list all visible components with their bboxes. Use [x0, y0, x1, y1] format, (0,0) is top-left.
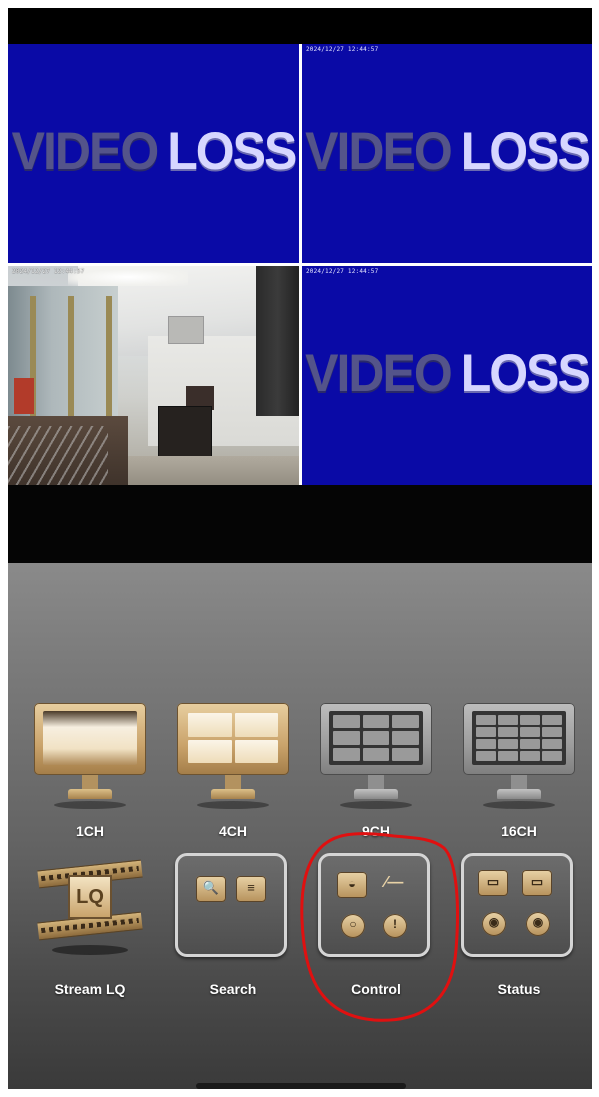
monitor-icon: ▭ [478, 870, 508, 896]
status-monitors-icon: ▭ ▭ ◉ ◉ [461, 853, 573, 957]
menu-panel: 1CH 4CH 9CH 16CH LQ Stream LQ 🔍 ≡ Search… [8, 563, 592, 1089]
monitor-icon: ▭ [522, 870, 552, 896]
control-panel-icon: ◒ ∕— ○ ! [318, 853, 430, 957]
camera-image-cables [8, 426, 108, 485]
switch-icon: ∕— [384, 874, 404, 891]
view-4ch-button[interactable]: 4CH [163, 703, 303, 843]
video-loss-word-loss: LOSS [167, 121, 297, 181]
view-1ch-label: 1CH [75, 823, 104, 839]
camera-tile-1[interactable]: VIDEO LOSS [8, 44, 299, 263]
view-9ch-label: 9CH [361, 823, 390, 839]
video-loss-label: VIDEO LOSS [302, 347, 592, 400]
video-loss-word-loss: LOSS [460, 121, 591, 181]
single-monitor-icon [34, 703, 146, 809]
lq-text: LQ [76, 886, 104, 908]
control-button[interactable]: ◒ ∕— ○ ! Control [306, 853, 446, 1003]
stream-lq-button[interactable]: LQ Stream LQ [20, 853, 160, 1003]
view-16ch-button[interactable]: 16CH [449, 703, 589, 843]
timestamp-overlay: 2024/12/27 12:44:57 [12, 268, 85, 275]
video-loss-label: VIDEO LOSS [302, 125, 592, 178]
timestamp-overlay: 2024/12/27 12:44:57 [306, 46, 379, 53]
nine-grid-monitor-icon [320, 703, 432, 809]
document-search-icon: ≡ [236, 876, 266, 902]
video-loss-label: VIDEO LOSS [8, 125, 299, 178]
camera-tile-3-live-feed[interactable]: 2024/12/27 12:44:57 [8, 266, 299, 485]
hdd-icon: ◉ [526, 912, 550, 936]
search-records-icon: 🔍 ≡ [175, 853, 287, 957]
calendar-search-icon: 🔍 [196, 876, 226, 902]
camera-tile-4[interactable]: 2024/12/27 12:44:57 VIDEO LOSS [302, 266, 592, 485]
spacer-bar [8, 485, 592, 563]
camera-image-light [68, 268, 188, 286]
status-button[interactable]: ▭ ▭ ◉ ◉ Status [449, 853, 589, 1003]
camera-image-vent [168, 316, 204, 344]
video-loss-word-loss: LOSS [460, 343, 591, 403]
camera-tile-2[interactable]: 2024/12/27 12:44:57 VIDEO LOSS [302, 44, 592, 263]
timestamp-overlay: 2024/12/27 12:44:57 [306, 268, 379, 275]
video-loss-word-video: VIDEO [11, 121, 160, 181]
camera-grid: VIDEO LOSS 2024/12/27 12:44:57 VIDEO LOSS [8, 44, 592, 485]
zoom-icon: ○ [341, 914, 365, 938]
stream-lq-label: Stream LQ [54, 981, 126, 997]
home-indicator[interactable] [196, 1083, 406, 1089]
view-9ch-button[interactable]: 9CH [306, 703, 446, 843]
view-4ch-label: 4CH [218, 823, 247, 839]
hdd-icon: ◉ [482, 912, 506, 936]
search-button[interactable]: 🔍 ≡ Search [163, 853, 303, 1003]
view-1ch-button[interactable]: 1CH [20, 703, 160, 843]
view-16ch-label: 16CH [501, 823, 537, 839]
camera-image-rack [256, 266, 299, 416]
quad-monitor-icon [177, 703, 289, 809]
dome-camera-icon: ◒ [337, 872, 367, 898]
video-loss-word-video: VIDEO [305, 343, 453, 403]
status-bar-area [8, 8, 592, 44]
camera-image-floor [128, 456, 299, 485]
video-loss-word-video: VIDEO [305, 121, 453, 181]
camera-image-red-object [14, 378, 34, 414]
film-strip-lq-icon: LQ [37, 859, 143, 941]
search-label: Search [209, 981, 257, 997]
control-label: Control [351, 981, 401, 997]
status-label: Status [497, 981, 541, 997]
sixteen-grid-monitor-icon [463, 703, 575, 809]
alarm-shield-icon: ! [383, 914, 407, 938]
phone-screen: VIDEO LOSS 2024/12/27 12:44:57 VIDEO LOSS [8, 8, 592, 1089]
